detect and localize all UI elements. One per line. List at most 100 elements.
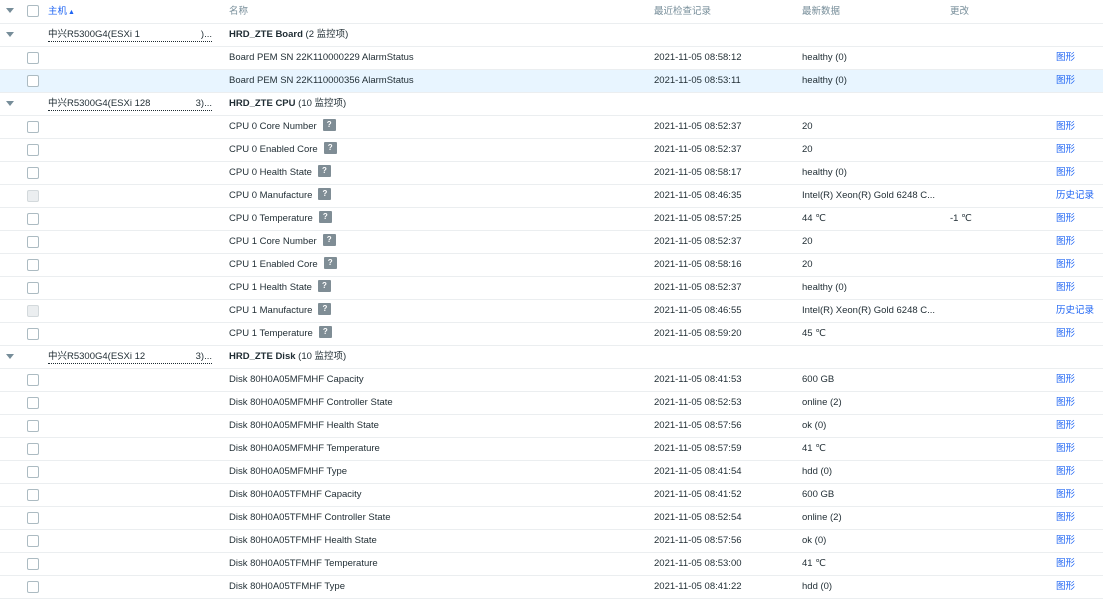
history-link[interactable]: 历史记录 — [1056, 300, 1094, 322]
row-checkbox[interactable] — [27, 374, 39, 386]
latest-data-value: online (2) — [802, 512, 842, 523]
row-checkbox[interactable] — [27, 512, 39, 524]
group-row: 中兴R5300G4(ESXi 128 3)... HRD_ZTE CPU (10 监… — [0, 93, 1103, 116]
graph-link[interactable]: 图形 — [1056, 484, 1075, 506]
graph-link[interactable]: 图形 — [1056, 461, 1075, 483]
column-header-latest-data: 最新数据 — [802, 6, 841, 17]
help-icon[interactable]: ? — [318, 303, 332, 316]
last-check-time: 2021-11-05 08:57:56 — [654, 535, 742, 546]
sort-host-link[interactable]: 主机▲ — [48, 6, 75, 17]
graph-link[interactable]: 图形 — [1056, 507, 1075, 529]
sort-asc-icon: ▲ — [68, 9, 75, 16]
group-collapse-toggle[interactable] — [6, 24, 16, 46]
group-host-name[interactable]: 中兴R5300G4(ESXi 128 3)... — [48, 93, 212, 115]
row-checkbox[interactable] — [27, 558, 39, 570]
graph-link[interactable]: 图形 — [1056, 438, 1075, 460]
item-name: CPU 1 Core Number? — [229, 231, 336, 253]
row-checkbox[interactable] — [27, 581, 39, 593]
item-name: Disk 80H0A05MFMHF Controller State — [229, 397, 393, 408]
graph-link[interactable]: 图形 — [1056, 530, 1075, 552]
graph-link[interactable]: 图形 — [1056, 323, 1075, 345]
row-checkbox[interactable] — [27, 167, 39, 179]
graph-link[interactable]: 图形 — [1056, 70, 1075, 92]
last-check-time: 2021-11-05 08:53:11 — [654, 75, 741, 86]
item-name: CPU 0 Enabled Core? — [229, 139, 337, 161]
latest-data-value: 41 ℃ — [802, 443, 826, 454]
row-checkbox[interactable] — [27, 144, 39, 156]
graph-link[interactable]: 图形 — [1056, 162, 1075, 184]
help-icon[interactable]: ? — [323, 142, 337, 155]
row-checkbox[interactable] — [27, 443, 39, 455]
table-row: CPU 1 Health State? 2021-11-05 08:52:37 he… — [0, 277, 1103, 300]
item-name: CPU 0 Manufacture? — [229, 185, 332, 207]
graph-link[interactable]: 图形 — [1056, 231, 1075, 253]
item-name: Disk 80H0A05TFMHF Type — [229, 581, 345, 592]
item-name: Board PEM SN 22K110000229 AlarmStatus — [229, 52, 414, 63]
item-name: Disk 80H0A05TFMHF Temperature — [229, 558, 378, 569]
last-check-time: 2021-11-05 08:57:59 — [654, 443, 742, 454]
group-collapse-toggle[interactable] — [6, 93, 16, 115]
history-link[interactable]: 历史记录 — [1056, 185, 1094, 207]
table-row: CPU 0 Temperature? 2021-11-05 08:57:25 44 … — [0, 208, 1103, 231]
last-check-time: 2021-11-05 08:57:25 — [654, 213, 742, 224]
collapse-all-toggle[interactable] — [6, 0, 16, 23]
help-icon[interactable]: ? — [322, 119, 336, 132]
graph-link[interactable]: 图形 — [1056, 116, 1075, 138]
group-host-name[interactable]: 中兴R5300G4(ESXi 1)... — [48, 24, 212, 46]
last-check-time: 2021-11-05 08:41:54 — [654, 466, 742, 477]
graph-link[interactable]: 图形 — [1056, 392, 1075, 414]
row-checkbox[interactable] — [27, 52, 39, 64]
row-checkbox[interactable] — [27, 420, 39, 432]
latest-data-value: ok (0) — [802, 535, 827, 546]
row-checkbox[interactable] — [27, 75, 39, 87]
graph-link[interactable]: 图形 — [1056, 369, 1075, 391]
column-header-last-check[interactable]: 最近检查记录 — [654, 0, 711, 23]
row-checkbox[interactable] — [27, 466, 39, 478]
item-name: CPU 0 Health State? — [229, 162, 331, 184]
help-icon[interactable]: ? — [317, 165, 331, 178]
help-icon[interactable]: ? — [318, 211, 332, 224]
row-checkbox[interactable] — [27, 535, 39, 547]
latest-data-value: healthy (0) — [802, 52, 847, 63]
latest-data-value: 45 ℃ — [802, 328, 826, 339]
graph-link[interactable]: 图形 — [1056, 415, 1075, 437]
row-checkbox[interactable] — [27, 236, 39, 248]
group-host-name[interactable]: 中兴R5300G4(ESXi 12 3)... — [48, 346, 212, 368]
last-check-time: 2021-11-05 08:53:00 — [654, 558, 742, 569]
group-collapse-toggle[interactable] — [6, 346, 16, 368]
row-checkbox[interactable] — [27, 489, 39, 501]
row-checkbox[interactable] — [27, 328, 39, 340]
row-checkbox[interactable] — [27, 259, 39, 271]
group-row: 中兴R5300G4(ESXi 1)... HRD_ZTE Board (2 监控项… — [0, 24, 1103, 47]
table-row: Disk 80H0A05MFMHF Type 2021-11-05 08:41:5… — [0, 461, 1103, 484]
row-checkbox[interactable] — [27, 397, 39, 409]
column-header-name[interactable]: 名称 — [229, 0, 248, 23]
last-check-time: 2021-11-05 08:52:37 — [654, 121, 742, 132]
help-icon[interactable]: ? — [322, 234, 336, 247]
item-name: CPU 0 Temperature? — [229, 208, 332, 230]
latest-data-value: 44 ℃ — [802, 213, 826, 224]
graph-link[interactable]: 图形 — [1056, 553, 1075, 575]
graph-link[interactable]: 图形 — [1056, 254, 1075, 276]
help-icon[interactable]: ? — [318, 326, 332, 339]
row-checkbox[interactable] — [27, 282, 39, 294]
item-name: CPU 1 Manufacture? — [229, 300, 332, 322]
table-row: Disk 80H0A05TFMHF Controller State 2021-1… — [0, 507, 1103, 530]
item-name: Disk 80H0A05MFMHF Type — [229, 466, 348, 477]
graph-link[interactable]: 图形 — [1056, 139, 1075, 161]
select-all-checkbox[interactable] — [27, 5, 39, 17]
last-check-time: 2021-11-05 08:46:35 — [654, 190, 742, 201]
graph-link[interactable]: 图形 — [1056, 208, 1075, 230]
table-row: Disk 80H0A05MFMHF Health State 2021-11-05… — [0, 415, 1103, 438]
item-name: CPU 1 Enabled Core? — [229, 254, 337, 276]
column-header-host[interactable]: 主机▲ — [48, 0, 75, 23]
help-icon[interactable]: ? — [318, 188, 332, 201]
latest-data-value: hdd (0) — [802, 466, 833, 477]
row-checkbox[interactable] — [27, 213, 39, 225]
graph-link[interactable]: 图形 — [1056, 47, 1075, 69]
graph-link[interactable]: 图形 — [1056, 576, 1075, 598]
help-icon[interactable]: ? — [323, 257, 337, 270]
graph-link[interactable]: 图形 — [1056, 277, 1075, 299]
row-checkbox[interactable] — [27, 121, 39, 133]
help-icon[interactable]: ? — [317, 280, 331, 293]
